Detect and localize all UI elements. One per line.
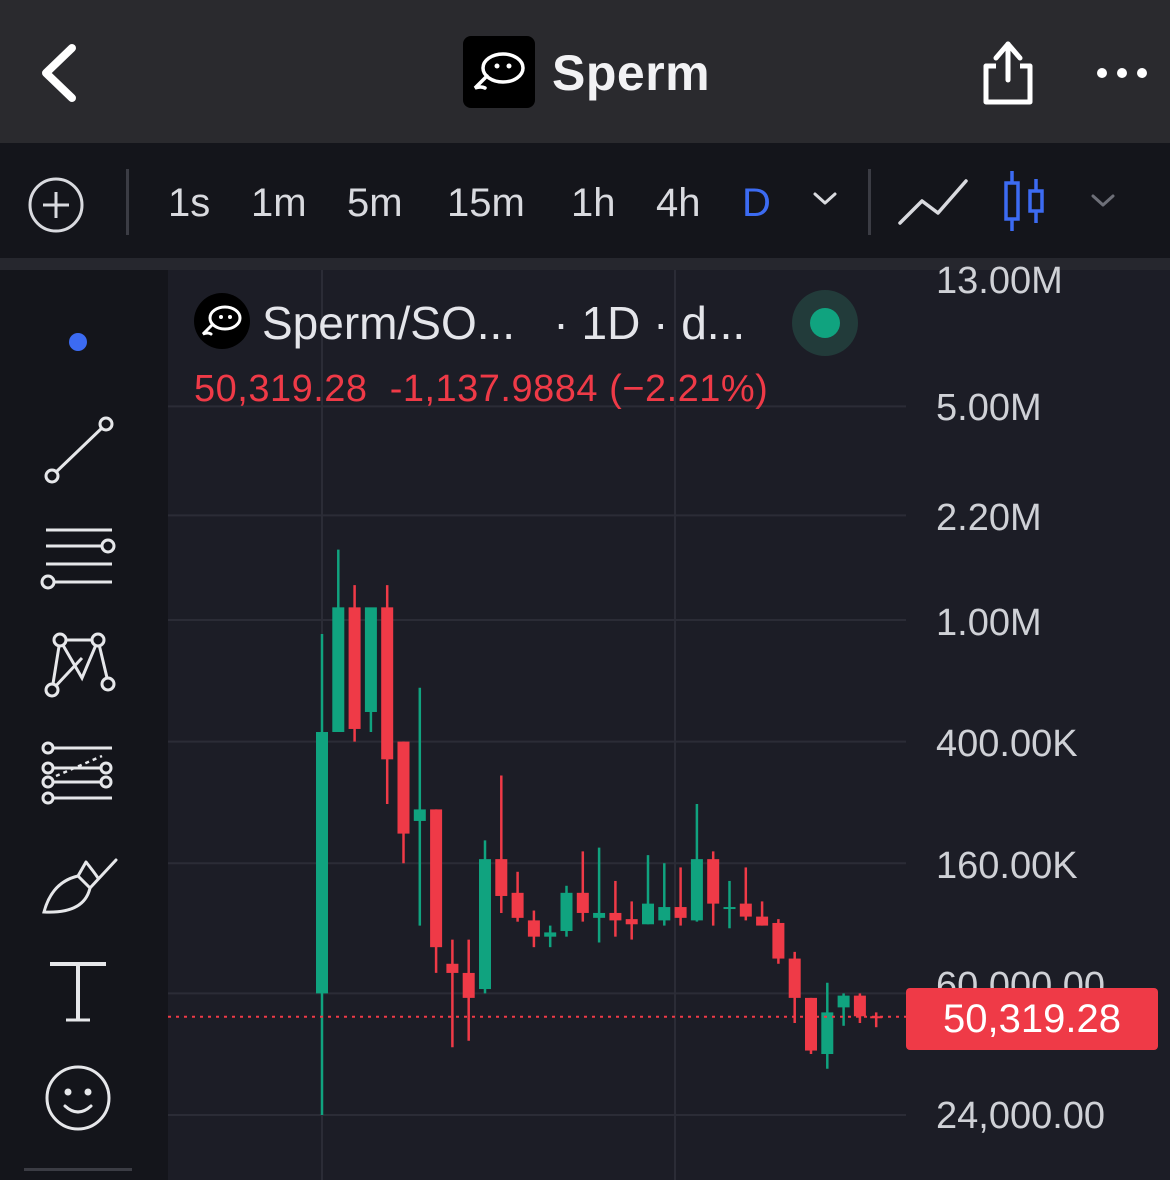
legend-symbol: Sperm/SO... · 1D · d... [262, 296, 745, 350]
market-status-indicator[interactable] [792, 290, 858, 356]
price-scale-label: 24,000.00 [936, 1095, 1106, 1137]
candle-body [527, 920, 540, 937]
candle-body [658, 907, 671, 921]
price-scale-label: 2.20M [936, 497, 1042, 539]
candle-body [674, 907, 687, 918]
candle-body [642, 903, 654, 925]
candlestick-icon[interactable] [1000, 169, 1048, 233]
candle-body [723, 907, 736, 910]
chevron-down-icon[interactable] [810, 189, 840, 209]
timeframe-1h[interactable]: 1h [571, 181, 616, 226]
chart-candles [316, 549, 883, 1115]
emoji-icon[interactable] [38, 1058, 118, 1138]
candle-body [593, 912, 606, 918]
candle-body [544, 932, 557, 937]
cursor-dot-icon[interactable] [38, 302, 118, 382]
timeframe-4h[interactable]: 4h [656, 181, 701, 226]
timeframe-1m[interactable]: 1m [251, 181, 307, 226]
timeframe-1s[interactable]: 1s [168, 181, 210, 226]
pattern-icon[interactable] [38, 626, 118, 706]
candle-body [739, 903, 752, 917]
price-scale-label: 400.00K [936, 723, 1078, 765]
chart-toolbar: 1s 1m 5m 15m 1h 4h D [0, 143, 1170, 258]
timeframe-5m[interactable]: 5m [347, 181, 403, 226]
plus-circle-icon[interactable] [26, 175, 86, 235]
page-title: Sperm [552, 45, 711, 101]
price-scale-label: 5.00M [936, 387, 1042, 429]
toolbar-divider [126, 169, 129, 235]
candle-body [576, 892, 589, 913]
candle-body [853, 995, 866, 1017]
share-icon[interactable] [976, 36, 1040, 108]
candle-body [479, 859, 491, 990]
legend-change: -1,137.9884 [389, 368, 599, 410]
candle-body [560, 892, 573, 932]
trend-line-icon[interactable] [38, 410, 118, 490]
candle-body [511, 892, 524, 918]
timeframe-d[interactable]: D [742, 181, 771, 226]
candle-body [348, 607, 361, 729]
chevron-left-icon[interactable] [30, 40, 90, 106]
candle-body [316, 732, 328, 994]
toolbar-divider [868, 169, 871, 235]
candle-body [772, 922, 785, 959]
candle-body [430, 809, 443, 948]
text-tool-icon[interactable] [38, 950, 118, 1030]
candle-body [332, 607, 345, 733]
token-logo-small [194, 293, 250, 349]
candle-body [609, 912, 622, 921]
legend-change-pct: (−2.21%) [609, 368, 769, 410]
price-scale-label: 160.00K [936, 845, 1078, 887]
candle-body [788, 958, 801, 998]
candle-body [707, 859, 720, 904]
legend-values: 50,319.28 -1,137.9884 (−2.21%) [194, 368, 768, 411]
current-price-tag: 50,319.28 [906, 988, 1158, 1050]
candle-body [462, 972, 475, 998]
sidebar-divider [24, 1168, 132, 1171]
candle-body [756, 916, 769, 926]
brush-icon[interactable] [38, 842, 118, 922]
price-scale-label: 13.00M [936, 260, 1063, 302]
line-chart-icon[interactable] [896, 173, 970, 229]
chevron-down-icon[interactable] [1088, 191, 1118, 211]
legend-close: 50,319.28 [194, 368, 368, 410]
legend-interval: · 1D · d... [553, 297, 746, 349]
candle-body [690, 859, 703, 921]
timeframe-15m[interactable]: 15m [447, 181, 525, 226]
drawing-tools-sidebar [0, 270, 155, 1180]
candle-body [625, 919, 638, 925]
top-bar: Sperm [0, 0, 1170, 143]
horizontal-lines-icon[interactable] [38, 518, 118, 598]
price-scale-label: 1.00M [936, 602, 1042, 644]
candle-body [821, 1012, 834, 1055]
candle-body [413, 809, 426, 821]
candle-body [805, 997, 817, 1051]
token-logo [463, 36, 535, 108]
candle-body [381, 607, 394, 760]
legend-symbol-name: Sperm/SO... [262, 297, 516, 349]
candle-body [837, 995, 850, 1008]
more-dots-icon[interactable] [1094, 58, 1150, 88]
candle-body [364, 607, 377, 712]
candle-body [446, 963, 459, 973]
fib-icon[interactable] [38, 734, 118, 814]
candle-body [397, 741, 410, 834]
candle-body [495, 859, 508, 896]
